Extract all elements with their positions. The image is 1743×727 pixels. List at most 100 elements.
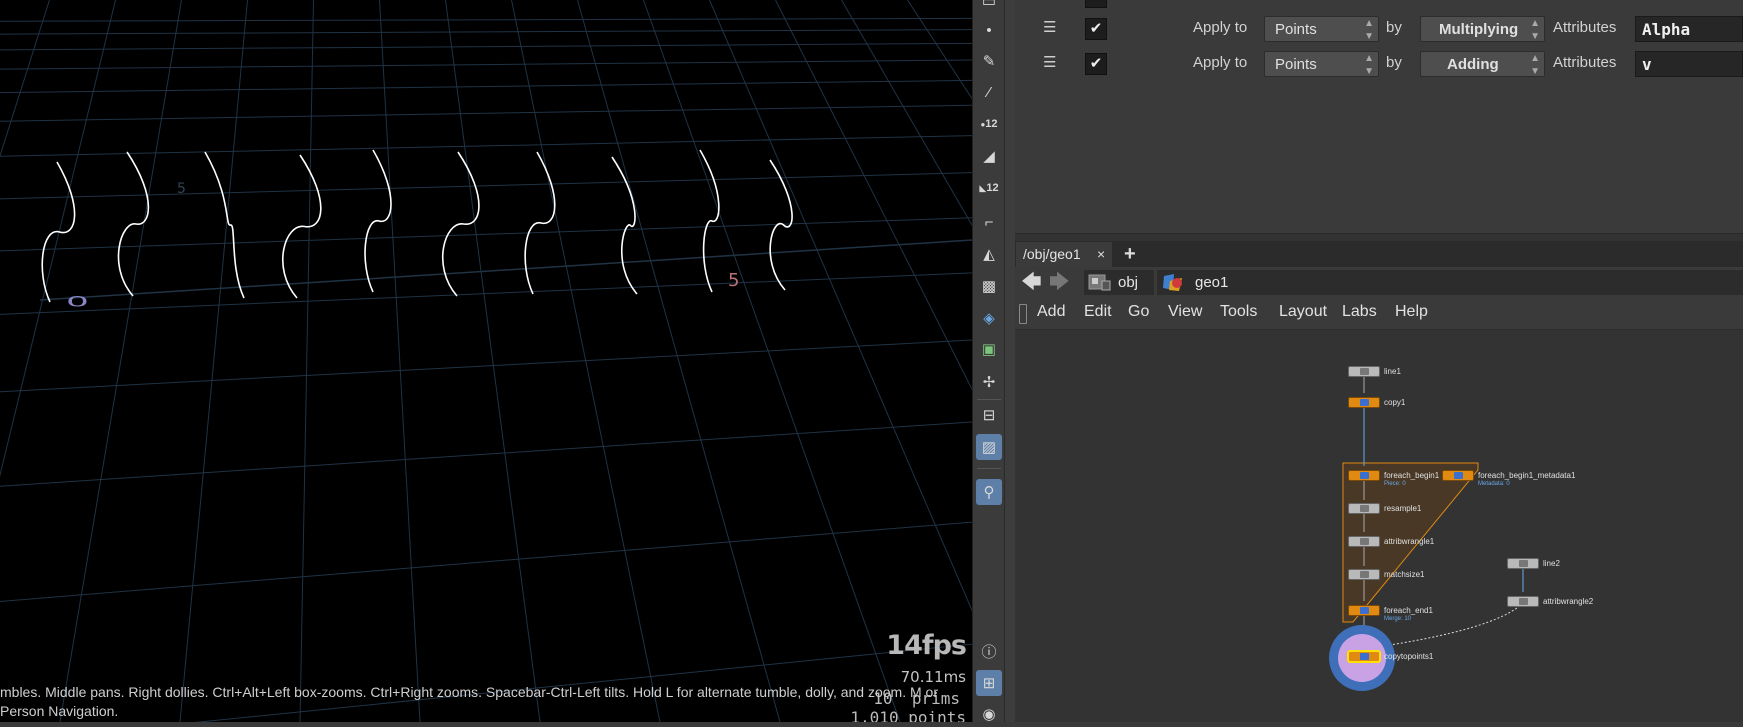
breadcrumb-obj[interactable]: obj	[1084, 270, 1154, 295]
row-enable-checkbox[interactable]	[1085, 0, 1107, 8]
node-foreach-begin1-metadata1[interactable]	[1442, 470, 1474, 481]
node-label: line1	[1384, 367, 1401, 376]
pin-location-icon[interactable]: ⚲	[976, 479, 1002, 505]
grid-line	[577, 0, 781, 722]
numbered-points-icon[interactable]: ● 12	[976, 111, 1002, 137]
attributes-field[interactable]: Alpha	[1635, 16, 1743, 42]
grid-line	[179, 0, 248, 722]
grid-number-0b: 0	[66, 294, 89, 310]
viewport-canvas[interactable]: 0 0 5 5	[0, 0, 972, 722]
stop-icon[interactable]: ⊟	[976, 402, 1002, 428]
apply-to-select[interactable]: Points ▲ ▼	[1264, 16, 1379, 42]
grid-line	[0, 42, 972, 51]
node-label: line2	[1543, 559, 1560, 568]
curves-group	[41, 149, 793, 303]
grid-line	[0, 79, 972, 94]
select-arrows-icon: ▲ ▼	[1530, 18, 1540, 42]
select-arrows-icon: ▲ ▼	[1364, 53, 1374, 77]
by-label: by	[1386, 19, 1402, 36]
grid-line	[0, 339, 972, 393]
pin-icon[interactable]	[1019, 304, 1027, 324]
operation-select[interactable]: Multiplying ▲ ▼	[1420, 16, 1545, 42]
breadcrumb-geo1[interactable]: geo1	[1157, 270, 1743, 295]
drag-handle-icon[interactable]: ☰	[1043, 55, 1057, 71]
geometry-icon	[1163, 274, 1182, 291]
numbered-brush-icon[interactable]: ◣ 12	[976, 175, 1002, 201]
node-copy1[interactable]	[1348, 397, 1380, 408]
grid-line	[59, 0, 182, 722]
eye-icon[interactable]: ◉	[976, 701, 1002, 727]
network-menu-bar: Add Edit Go View Tools Layout Labs Help	[1015, 298, 1743, 330]
move-icon[interactable]: ✢	[976, 369, 1002, 395]
grid-line	[39, 239, 972, 301]
menu-labs[interactable]: Labs	[1342, 303, 1377, 321]
node-foreach-begin1[interactable]	[1348, 470, 1380, 481]
layout-icon[interactable]: ⊞	[976, 670, 1002, 696]
node-status: Merge: 10	[1384, 616, 1412, 622]
info-icon[interactable]: ⓘ	[976, 638, 1002, 664]
curve-line	[699, 149, 720, 293]
network-editor[interactable]: line1 copy1 foreach_begin1 Piece: 0 foreach_…	[1015, 330, 1743, 722]
image-icon[interactable]: ▨	[976, 434, 1002, 460]
node-matchsize1[interactable]	[1348, 569, 1380, 580]
operation-select[interactable]: Adding ▲ ▼	[1420, 51, 1545, 77]
curve-icon[interactable]: ⌐	[976, 209, 1002, 235]
menu-add[interactable]: Add	[1037, 303, 1065, 321]
uv-icon[interactable]: ▣	[976, 336, 1002, 362]
select-arrows-icon: ▲ ▼	[1530, 53, 1540, 77]
attributes-field[interactable]: v	[1635, 51, 1743, 77]
row-enable-checkbox[interactable]: ✔	[1085, 18, 1107, 40]
apply-to-label: Apply to	[1193, 54, 1248, 71]
node-resample1[interactable]	[1348, 503, 1380, 514]
scene-viewport[interactable]: 0 0 5 5 14fps 70.11ms 10 prims 1,010 poi…	[0, 0, 972, 722]
node-icon	[1360, 653, 1369, 660]
node-status: Metadata: 0	[1478, 481, 1510, 487]
apply-to-select[interactable]: Points ▲ ▼	[1264, 51, 1379, 77]
navigation-hint-line1: mbles. Middle pans. Right dollies. Ctrl+…	[0, 684, 938, 700]
menu-help[interactable]: Help	[1395, 303, 1428, 321]
by-label: by	[1386, 54, 1402, 71]
grid-line	[0, 0, 116, 478]
menu-layout[interactable]: Layout	[1279, 303, 1327, 321]
node-attribwrangle1[interactable]	[1348, 536, 1380, 547]
transform-icon[interactable]: ◈	[976, 305, 1002, 331]
sculpt-icon[interactable]: ◢	[976, 143, 1002, 169]
attributes-label: Attributes	[1553, 19, 1617, 36]
select-icon[interactable]: ▭	[976, 0, 1002, 14]
menu-go[interactable]: Go	[1128, 303, 1149, 321]
curve-line	[204, 151, 245, 299]
add-tab-icon[interactable]: +	[1124, 241, 1136, 267]
drag-handle-icon[interactable]: ☰	[1043, 20, 1057, 36]
fps-readout: 14fps	[886, 630, 967, 661]
checker-icon[interactable]: ▩	[976, 273, 1002, 299]
menu-tools[interactable]: Tools	[1220, 303, 1257, 321]
pen-icon[interactable]: ◭	[976, 241, 1002, 267]
grid-line	[0, 217, 972, 252]
node-foreach-end1[interactable]	[1348, 605, 1380, 616]
brush-icon[interactable]: ✎	[976, 48, 1002, 74]
row-enable-checkbox[interactable]: ✔	[1085, 53, 1107, 75]
close-icon[interactable]: ×	[1097, 242, 1105, 267]
node-icon	[1360, 571, 1369, 578]
node-icon	[1519, 598, 1528, 605]
node-label: resample1	[1384, 504, 1422, 513]
attributes-label: Attributes	[1553, 54, 1617, 71]
forward-arrow-icon[interactable]: 🡆	[1049, 271, 1071, 293]
node-line1[interactable]	[1348, 366, 1380, 377]
point-icon[interactable]: •	[976, 17, 1002, 43]
toolbar-separator	[977, 468, 1001, 469]
grid-line	[379, 0, 421, 722]
node-line2[interactable]	[1507, 558, 1539, 569]
node-copytopoints1[interactable]	[1348, 651, 1380, 662]
grid-line	[299, 0, 314, 722]
menu-view[interactable]: View	[1168, 303, 1202, 321]
back-arrow-icon[interactable]: 🡄	[1021, 271, 1043, 293]
node-label: foreach_begin1_metadata1	[1478, 471, 1576, 480]
node-attribwrangle2[interactable]	[1507, 596, 1539, 607]
paint-icon[interactable]: ⁄	[976, 79, 1002, 105]
apply-to-label: Apply to	[1193, 19, 1248, 36]
pane-tab-bar: /obj/geo1 × +	[1015, 241, 1743, 267]
param-row-clipped	[1015, 0, 1743, 12]
node-icon	[1360, 505, 1369, 512]
menu-edit[interactable]: Edit	[1084, 303, 1112, 321]
